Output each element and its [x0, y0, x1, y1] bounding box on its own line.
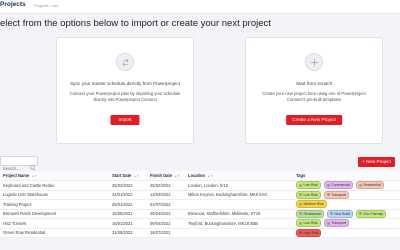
- finish-date-cell: 18/07/2022: [150, 230, 171, 236]
- tag-badge: Transport: [323, 219, 350, 228]
- start-date-cell: 25/02/2022: [112, 182, 133, 188]
- start-date-cell: 25/01/2022: [112, 201, 133, 207]
- tag-label: Eco Friendly: [363, 211, 384, 216]
- tag-label: New Build: [334, 211, 351, 216]
- page-title: Projects: [0, 1, 26, 8]
- tag-badge: Eco Friendly: [356, 209, 387, 218]
- tag-dot-icon: [299, 231, 302, 235]
- tag-label: Medium Risk: [303, 202, 324, 207]
- start-from-scratch-card: Start from scratch Create your new proje…: [245, 37, 383, 144]
- tags-cell: Low Risk Commercial Residential: [296, 181, 400, 190]
- project-name-cell: HS2 Tunnels: [3, 220, 27, 226]
- tag-badge: Low Risk: [296, 181, 321, 190]
- tag-badge: Residential: [355, 181, 384, 190]
- tag-dot-icon: [326, 193, 330, 197]
- table-row[interactable]: Keyboard and Castle Redev 25/02/2022 25/02…: [0, 181, 400, 191]
- start-date-cell: 24/01/2022: [112, 192, 133, 198]
- tag-dot-icon: [299, 202, 302, 206]
- finish-date-cell: 01/07/2022: [150, 201, 171, 207]
- table-row[interactable]: Brenwell Fields Development 16/05/2021 26/…: [0, 209, 400, 219]
- tags-cell: High Risk: [296, 228, 400, 238]
- top-bar: Projects Projects / List: [0, 0, 400, 14]
- tag-dot-icon: [326, 183, 330, 187]
- column-header-start[interactable]: Start Date ▲▼: [112, 171, 145, 180]
- project-name-cell: Logistic LED Warehouse: [3, 192, 48, 198]
- location-cell: [188, 229, 286, 238]
- project-name-cell: Keyboard and Castle Redev: [3, 182, 55, 188]
- location-cell: Brewood, Staffordshire, Midlands, ST19: [188, 211, 261, 217]
- project-name-cell: Brenwell Fields Development: [3, 211, 57, 217]
- tag-badge: Residential: [296, 209, 324, 218]
- tag-dot-icon: [329, 212, 333, 216]
- tag-badge: Commercial: [323, 181, 353, 190]
- table-row[interactable]: HS2 Tunnels 16/01/2021 09/04/2022 Twyford, …: [0, 219, 400, 229]
- tags-cell: Low Risk Transport: [296, 190, 400, 200]
- location-cell: [188, 200, 286, 209]
- tag-label: Transport: [331, 192, 347, 197]
- start-date-cell: 16/05/2021: [112, 211, 133, 217]
- column-header-tags: Tags: [296, 173, 306, 178]
- tag-label: Transport: [331, 221, 347, 226]
- tag-dot-icon: [359, 212, 363, 216]
- search-field[interactable]: [0, 156, 38, 173]
- new-project-button[interactable]: + New Project: [358, 157, 395, 167]
- tag-badge: Low Risk: [296, 219, 321, 228]
- tags-cell: Medium Risk: [296, 200, 400, 209]
- tag-dot-icon: [299, 221, 302, 225]
- location-cell: London, London, hr16: [188, 182, 229, 188]
- table-row[interactable]: Training Project 25/01/2022 01/07/2022 Medi…: [0, 200, 400, 210]
- tag-label: High Risk: [303, 230, 319, 235]
- finish-date-cell: 09/04/2022: [150, 220, 171, 226]
- tag-dot-icon: [299, 183, 302, 187]
- finish-date-cell: 26/04/2022: [150, 211, 171, 217]
- tag-label: Low Risk: [303, 192, 318, 197]
- project-name-cell: Training Project: [3, 201, 32, 207]
- tag-label: Commercial: [331, 183, 350, 188]
- projects-table: Project Name ▲▼ Start Date ▲▼ Finish Date ▲…: [0, 171, 400, 238]
- plus-icon: [305, 53, 323, 71]
- location-cell: Twyford, Buckinghamshire, MK18 4BB: [188, 220, 258, 226]
- scratch-card-description: Create your new project here using one o…: [262, 91, 366, 102]
- column-header-finish[interactable]: Finish Date ▲▼: [150, 171, 183, 180]
- project-name-cell: Green Row Residential: [3, 230, 46, 236]
- column-header-name[interactable]: Project Name ▲▼: [3, 171, 103, 180]
- sort-icon: ▲▼: [207, 173, 214, 178]
- tags-cell: Residential New Build Eco Friendly: [296, 209, 400, 219]
- start-date-cell: 16/01/2021: [112, 220, 133, 226]
- table-row[interactable]: Logistic LED Warehouse 24/01/2022 13/03/20…: [0, 190, 400, 200]
- sort-icon: ▲▼: [31, 173, 38, 178]
- tag-badge: High Risk: [296, 228, 322, 237]
- scratch-card-heading: Start from scratch: [295, 81, 333, 86]
- tag-label: Low Risk: [303, 221, 318, 226]
- table-header: Project Name ▲▼ Start Date ▲▼ Finish Date ▲…: [0, 171, 400, 181]
- finish-date-cell: 13/03/2022: [150, 192, 171, 198]
- sync-card-description: Connect your Powerproject plan by import…: [69, 91, 181, 102]
- finish-date-cell: 25/02/2022: [150, 182, 171, 188]
- swap-arrows-icon: [116, 53, 134, 71]
- start-date-cell: 31/05/2022: [112, 230, 133, 236]
- tag-label: Residential: [303, 211, 321, 216]
- tag-dot-icon: [358, 183, 362, 187]
- column-header-location[interactable]: Location ▲▼: [188, 171, 286, 180]
- tag-dot-icon: [299, 212, 302, 216]
- tag-dot-icon: [326, 221, 330, 225]
- create-new-project-button[interactable]: Create a New Project: [286, 115, 342, 125]
- tag-label: Residential: [363, 183, 381, 188]
- instruction-text: elect from the options below to import o…: [0, 18, 271, 29]
- tags-cell: Low Risk Transport: [296, 219, 400, 228]
- sort-icon: ▲▼: [174, 173, 181, 178]
- tag-badge: New Build: [326, 209, 354, 218]
- tag-badge: Transport: [323, 190, 350, 199]
- sync-powerproject-card: Sync your master schedule directly from …: [56, 37, 194, 144]
- import-button[interactable]: Import: [110, 115, 140, 125]
- tag-dot-icon: [299, 193, 302, 197]
- sync-card-heading: Sync your master schedule directly from …: [70, 81, 180, 86]
- table-row[interactable]: Green Row Residential 31/05/2022 18/07/202…: [0, 228, 400, 238]
- tag-badge: Medium Risk: [296, 200, 327, 209]
- breadcrumb[interactable]: Projects / List: [34, 3, 58, 8]
- sort-icon: ▲▼: [133, 173, 140, 178]
- tag-badge: Low Risk: [296, 190, 321, 199]
- location-cell: Milton Keynes, Buckinghamshire, MK9 5AG: [188, 192, 268, 198]
- tag-label: Low Risk: [303, 183, 318, 188]
